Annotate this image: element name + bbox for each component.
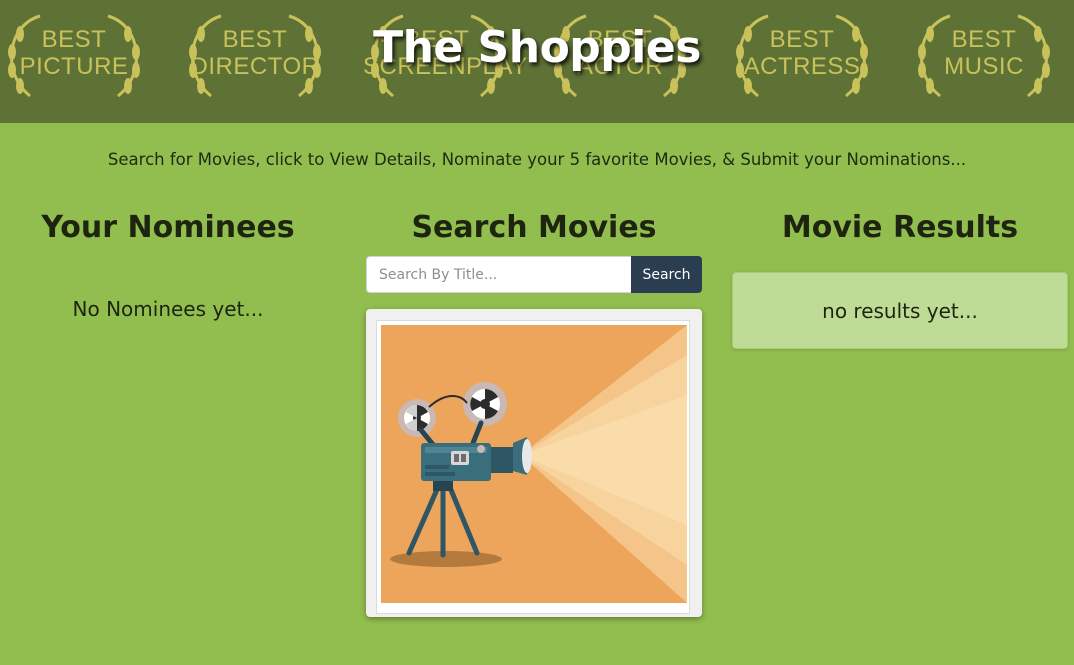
results-panel: no results yet... <box>732 272 1068 349</box>
results-heading: Movie Results <box>781 210 1019 245</box>
nominees-empty-text: No Nominees yet... <box>72 297 264 321</box>
search-button[interactable]: Search <box>631 256 702 293</box>
header-banner: BEST PICTURE BEST DIRECTOR BEST SCREENPL… <box>0 0 1074 123</box>
nominees-heading: Your Nominees <box>41 210 295 245</box>
search-form: Search <box>366 256 702 293</box>
results-empty-text: no results yet... <box>822 299 978 323</box>
search-heading: Search Movies <box>411 210 657 245</box>
film-projector-icon <box>381 325 687 603</box>
search-input[interactable] <box>366 256 631 293</box>
instructions-text: Search for Movies, click to View Details… <box>107 150 967 169</box>
poster-frame <box>376 320 690 614</box>
poster-card <box>366 309 702 617</box>
site-title: The Shoppies <box>373 22 701 73</box>
